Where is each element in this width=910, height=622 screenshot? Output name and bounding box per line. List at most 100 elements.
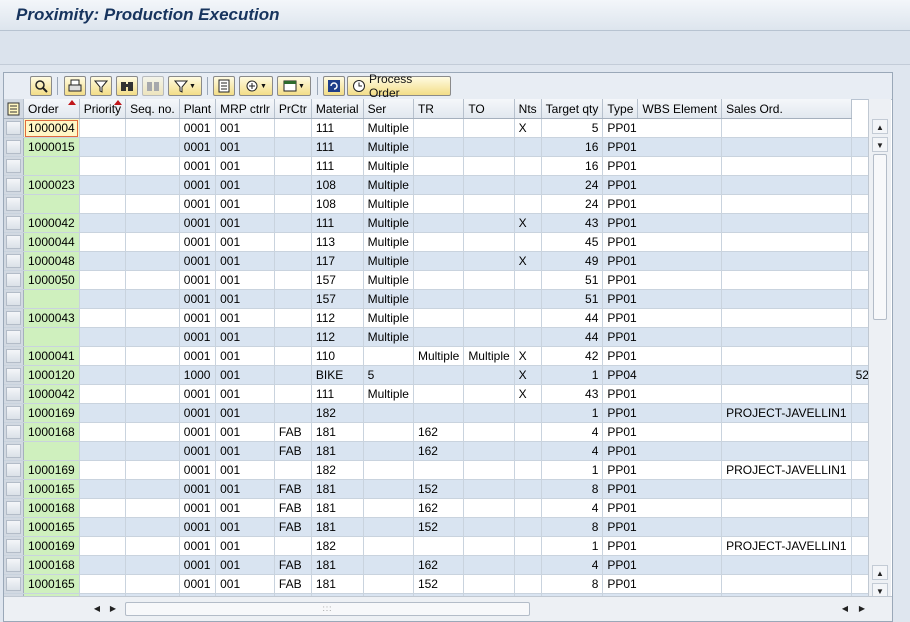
cell-wbs-element[interactable] bbox=[721, 232, 852, 252]
cell-to[interactable] bbox=[463, 251, 515, 271]
cell-seq-no[interactable] bbox=[125, 232, 180, 252]
row-selector[interactable] bbox=[4, 384, 24, 404]
cell-ser[interactable]: Multiple bbox=[363, 289, 414, 309]
cell-type[interactable]: PP01 bbox=[602, 555, 723, 575]
cell-nts[interactable] bbox=[514, 441, 542, 461]
cell-prctr[interactable] bbox=[274, 270, 312, 290]
cell-mrp-ctrlr[interactable]: 001 bbox=[215, 441, 275, 461]
cell-type[interactable]: PP01 bbox=[602, 346, 723, 366]
row-selector[interactable] bbox=[4, 422, 24, 442]
cell-material[interactable]: 181 bbox=[311, 574, 364, 594]
find-next-icon[interactable] bbox=[142, 76, 164, 96]
cell-priority[interactable] bbox=[79, 498, 127, 518]
table-row[interactable]: 1000043 0001 001 112 Multiple 44 PP01 bbox=[4, 308, 868, 328]
column-header-plant[interactable]: Plant bbox=[179, 99, 217, 119]
cell-type[interactable]: PP01 bbox=[602, 289, 723, 309]
cell-seq-no[interactable] bbox=[125, 574, 180, 594]
cell-sales-ord[interactable] bbox=[851, 251, 868, 271]
cell-mrp-ctrlr[interactable]: 001 bbox=[215, 498, 275, 518]
cell-target-qty[interactable]: 51 bbox=[541, 270, 604, 290]
cell-seq-no[interactable] bbox=[125, 517, 180, 537]
cell-to[interactable] bbox=[463, 384, 515, 404]
cell-tr[interactable] bbox=[413, 118, 465, 138]
cell-target-qty[interactable]: 51 bbox=[541, 289, 604, 309]
cell-plant[interactable]: 0001 bbox=[179, 460, 217, 480]
cell-ser[interactable] bbox=[363, 536, 414, 556]
cell-target-qty[interactable]: 4 bbox=[541, 555, 604, 575]
cell-target-qty[interactable]: 4 bbox=[541, 498, 604, 518]
cell-to[interactable] bbox=[463, 441, 515, 461]
cell-wbs-element[interactable] bbox=[721, 308, 852, 328]
cell-tr[interactable] bbox=[413, 270, 465, 290]
cell-type[interactable]: PP04 bbox=[602, 365, 723, 385]
cell-type[interactable]: PP01 bbox=[602, 422, 723, 442]
cell-nts[interactable] bbox=[514, 194, 542, 214]
table-row[interactable]: 1000015 0001 001 111 Multiple 16 PP01 bbox=[4, 137, 868, 157]
layout-icon[interactable]: ▼ bbox=[277, 76, 311, 96]
cell-plant[interactable]: 0001 bbox=[179, 574, 217, 594]
cell-ser[interactable] bbox=[363, 441, 414, 461]
cell-tr[interactable] bbox=[413, 327, 465, 347]
cell-seq-no[interactable] bbox=[125, 536, 180, 556]
table-row[interactable]: 1000042 0001 001 111 Multiple X 43 PP01 bbox=[4, 213, 868, 233]
cell-sales-ord[interactable] bbox=[851, 327, 868, 347]
cell-target-qty[interactable]: 8 bbox=[541, 574, 604, 594]
cell-prctr[interactable]: FAB bbox=[274, 498, 312, 518]
cell-nts[interactable] bbox=[514, 479, 542, 499]
cell-nts[interactable] bbox=[514, 308, 542, 328]
cell-material[interactable]: 181 bbox=[311, 517, 364, 537]
cell-wbs-element[interactable] bbox=[721, 194, 852, 214]
cell-prctr[interactable] bbox=[274, 308, 312, 328]
cell-plant[interactable]: 0001 bbox=[179, 498, 217, 518]
cell-order[interactable]: 1000050 bbox=[23, 270, 80, 290]
cell-wbs-element[interactable] bbox=[721, 118, 852, 138]
cell-priority[interactable] bbox=[79, 175, 127, 195]
cell-nts[interactable]: X bbox=[514, 365, 542, 385]
cell-material[interactable]: 111 bbox=[311, 118, 364, 138]
row-selector[interactable] bbox=[4, 251, 24, 271]
cell-mrp-ctrlr[interactable]: 001 bbox=[215, 365, 275, 385]
scroll-left-icon[interactable]: ◀ bbox=[90, 601, 104, 617]
cell-order[interactable]: 1000004 bbox=[23, 118, 80, 138]
cell-seq-no[interactable] bbox=[125, 403, 180, 423]
cell-nts[interactable] bbox=[514, 555, 542, 575]
cell-priority[interactable] bbox=[79, 270, 127, 290]
filter-icon[interactable] bbox=[90, 76, 112, 96]
cell-seq-no[interactable] bbox=[125, 308, 180, 328]
cell-seq-no[interactable] bbox=[125, 194, 180, 214]
cell-tr[interactable] bbox=[413, 536, 465, 556]
cell-type[interactable]: PP01 bbox=[602, 213, 723, 233]
cell-wbs-element[interactable] bbox=[721, 365, 852, 385]
cell-ser[interactable]: Multiple bbox=[363, 308, 414, 328]
scroll-down-icon[interactable]: ▼ bbox=[872, 137, 888, 152]
cell-sales-ord[interactable] bbox=[851, 460, 868, 480]
cell-mrp-ctrlr[interactable]: 001 bbox=[215, 422, 275, 442]
cell-plant[interactable]: 0001 bbox=[179, 308, 217, 328]
cell-material[interactable]: 157 bbox=[311, 270, 364, 290]
cell-wbs-element[interactable] bbox=[721, 346, 852, 366]
cell-ser[interactable] bbox=[363, 498, 414, 518]
table-row[interactable]: 1000168 0001 001 FAB 181 162 4 PP01 bbox=[4, 422, 868, 442]
cell-type[interactable]: PP01 bbox=[602, 251, 723, 271]
cell-material[interactable]: 182 bbox=[311, 460, 364, 480]
cell-target-qty[interactable]: 43 bbox=[541, 384, 604, 404]
cell-to[interactable] bbox=[463, 270, 515, 290]
cell-wbs-element[interactable] bbox=[721, 289, 852, 309]
row-selector[interactable] bbox=[4, 327, 24, 347]
cell-sales-ord[interactable] bbox=[851, 194, 868, 214]
cell-plant[interactable]: 0001 bbox=[179, 175, 217, 195]
cell-sales-ord[interactable] bbox=[851, 137, 868, 157]
cell-sales-ord[interactable] bbox=[851, 270, 868, 290]
cell-to[interactable] bbox=[463, 308, 515, 328]
cell-priority[interactable] bbox=[79, 232, 127, 252]
cell-ser[interactable]: Multiple bbox=[363, 232, 414, 252]
cell-tr[interactable] bbox=[413, 460, 465, 480]
cell-plant[interactable]: 0001 bbox=[179, 346, 217, 366]
cell-seq-no[interactable] bbox=[125, 289, 180, 309]
cell-ser[interactable]: Multiple bbox=[363, 118, 414, 138]
cell-tr[interactable]: 162 bbox=[413, 441, 465, 461]
table-row[interactable]: 1000168 0001 001 FAB 181 162 4 PP01 bbox=[4, 555, 868, 575]
cell-nts[interactable] bbox=[514, 460, 542, 480]
row-selector[interactable] bbox=[4, 365, 24, 385]
cell-nts[interactable]: X bbox=[514, 213, 542, 233]
